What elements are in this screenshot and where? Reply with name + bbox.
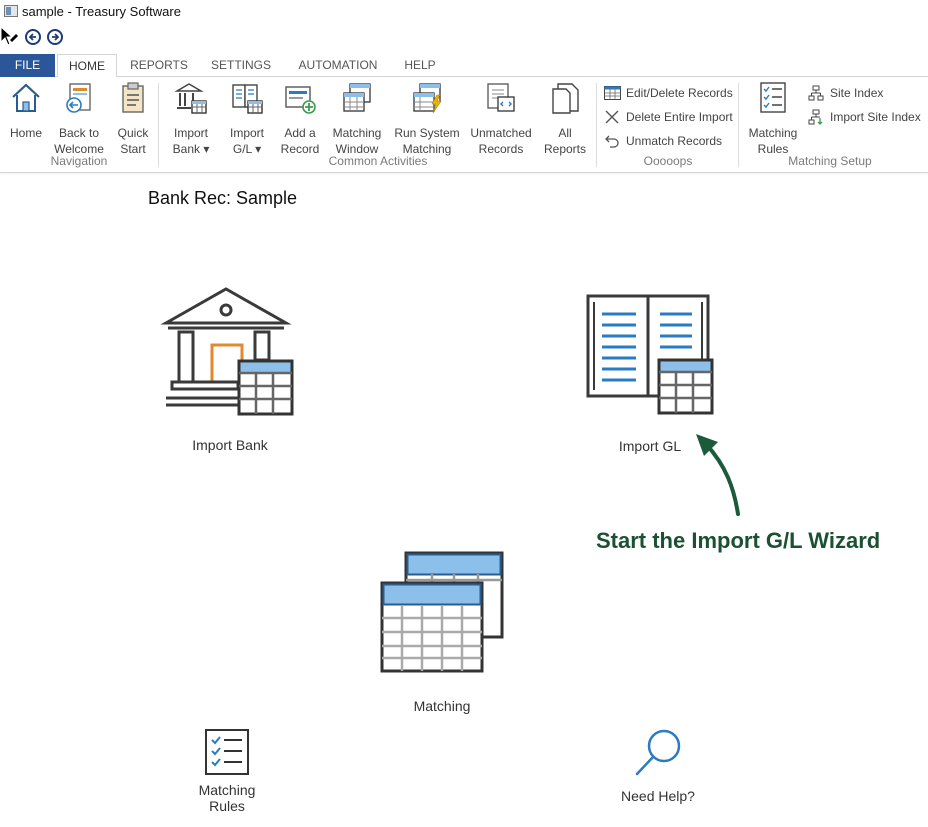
import-site-index-label: Import Site Index [830,110,921,124]
add-record-button[interactable]: Add a Record [278,81,322,157]
add-record-label: Add a Record [280,126,320,156]
tab-settings[interactable]: SETTINGS [204,54,278,77]
page-title: Bank Rec: Sample [148,188,298,208]
common-activities-group-label: Common Activities [328,154,428,168]
need-help-tile-label: Need Help? [621,788,695,804]
annotation-arrow-icon [696,434,740,516]
matching-tile[interactable]: Matching [372,550,512,716]
unmatch-records-button[interactable]: Unmatch Records [604,132,724,150]
tab-home[interactable]: HOME [57,54,117,78]
back-to-welcome-icon [66,83,91,113]
unmatched-records-label: Unmatched Records [470,126,532,156]
home-button[interactable]: Home [4,81,48,141]
book-icon [232,84,263,114]
import-gl-label: Import G/L ▾ [229,126,264,156]
clipboard-icon [122,82,144,113]
mouse-cursor-icon [0,26,18,46]
matching-window-icon [343,83,371,112]
import-gl-button[interactable]: Import G/L ▾ [222,81,272,157]
tab-file[interactable]: FILE [0,54,55,77]
run-system-matching-label: Run System Matching [394,126,460,156]
matching-tables-icon [380,551,504,673]
run-matching-icon [413,83,442,114]
forward-nav-button[interactable] [47,29,63,45]
ribbon-separator [738,83,739,167]
window-title: sample - Treasury Software [22,4,181,19]
delete-entire-import-label: Delete Entire Import [626,110,733,124]
app-icon [4,5,18,17]
import-bank-label: Import Bank ▾ [172,126,210,156]
matching-rules-tile-label: Matching Rules [198,782,256,814]
tab-automation[interactable]: AUTOMATION [290,54,386,77]
unmatched-records-icon [487,83,515,112]
import-bank-button[interactable]: Import Bank ▾ [166,81,216,157]
quick-start-label: Quick Start [117,126,149,156]
edit-delete-records-label: Edit/Delete Records [626,86,733,100]
import-sitemap-icon [808,109,823,125]
matching-window-button[interactable]: Matching Window [328,81,386,157]
add-record-icon [285,86,316,114]
matching-rules-ribbon-label: Matching Rules [748,126,798,156]
import-site-index-button[interactable]: Import Site Index [808,108,921,126]
ooooops-group-label: Ooooops [643,154,693,168]
delete-entire-import-button[interactable]: Delete Entire Import [604,108,736,126]
close-icon [605,110,619,124]
checklist-icon [760,82,786,113]
matching-window-label: Matching Window [332,126,382,156]
tab-help[interactable]: HELP [396,54,444,77]
need-help-tile[interactable]: Need Help? [608,728,708,808]
matching-setup-group-label: Matching Setup [788,154,872,168]
checklist-icon [205,729,249,775]
home-label: Home [9,126,42,140]
reports-icon [552,83,579,114]
edit-delete-records-button[interactable]: Edit/Delete Records [604,84,734,102]
back-to-welcome-button[interactable]: Back to Welcome [52,81,106,157]
annotation-text: Start the Import G/L Wizard [596,528,881,553]
grid-edit-icon [604,86,621,100]
bank-icon [174,83,207,114]
unmatched-records-button[interactable]: Unmatched Records [468,81,534,157]
matching-rules-tile[interactable]: Matching Rules [186,728,268,816]
arrow-left-icon [28,33,36,41]
back-to-welcome-label: Back to Welcome [54,126,104,156]
magnifier-icon [635,729,681,776]
matching-rules-ribbon-button[interactable]: Matching Rules [744,81,802,157]
ribbon-tabs: FILE HOME REPORTS SETTINGS AUTOMATION HE… [0,54,928,78]
sitemap-icon [808,85,824,101]
title-bar: sample - Treasury Software [0,0,928,24]
all-reports-button[interactable]: All Reports [542,81,588,157]
ribbon-separator [596,83,597,167]
run-system-matching-button[interactable]: Run System Matching [392,81,462,157]
matching-tile-label: Matching [413,698,471,714]
ledger-book-icon [586,294,714,415]
quick-start-button[interactable]: Quick Start [110,81,156,157]
all-reports-label: All Reports [543,126,587,156]
undo-icon [605,135,619,148]
navigation-group-label: Navigation [50,154,108,168]
ribbon: Home Back to Welcome Quick Start Navigat… [0,77,928,173]
tab-reports[interactable]: REPORTS [124,54,194,77]
bank-icon [160,287,294,416]
import-bank-tile[interactable]: Import Bank [160,285,300,457]
import-bank-tile-label: Import Bank [192,437,268,453]
ribbon-separator [158,83,159,167]
arrow-right-icon [52,33,60,41]
unmatch-records-label: Unmatch Records [626,134,723,148]
site-index-label: Site Index [830,86,884,100]
site-index-button[interactable]: Site Index [808,84,908,102]
home-icon [12,83,40,112]
back-nav-button[interactable] [25,29,41,45]
